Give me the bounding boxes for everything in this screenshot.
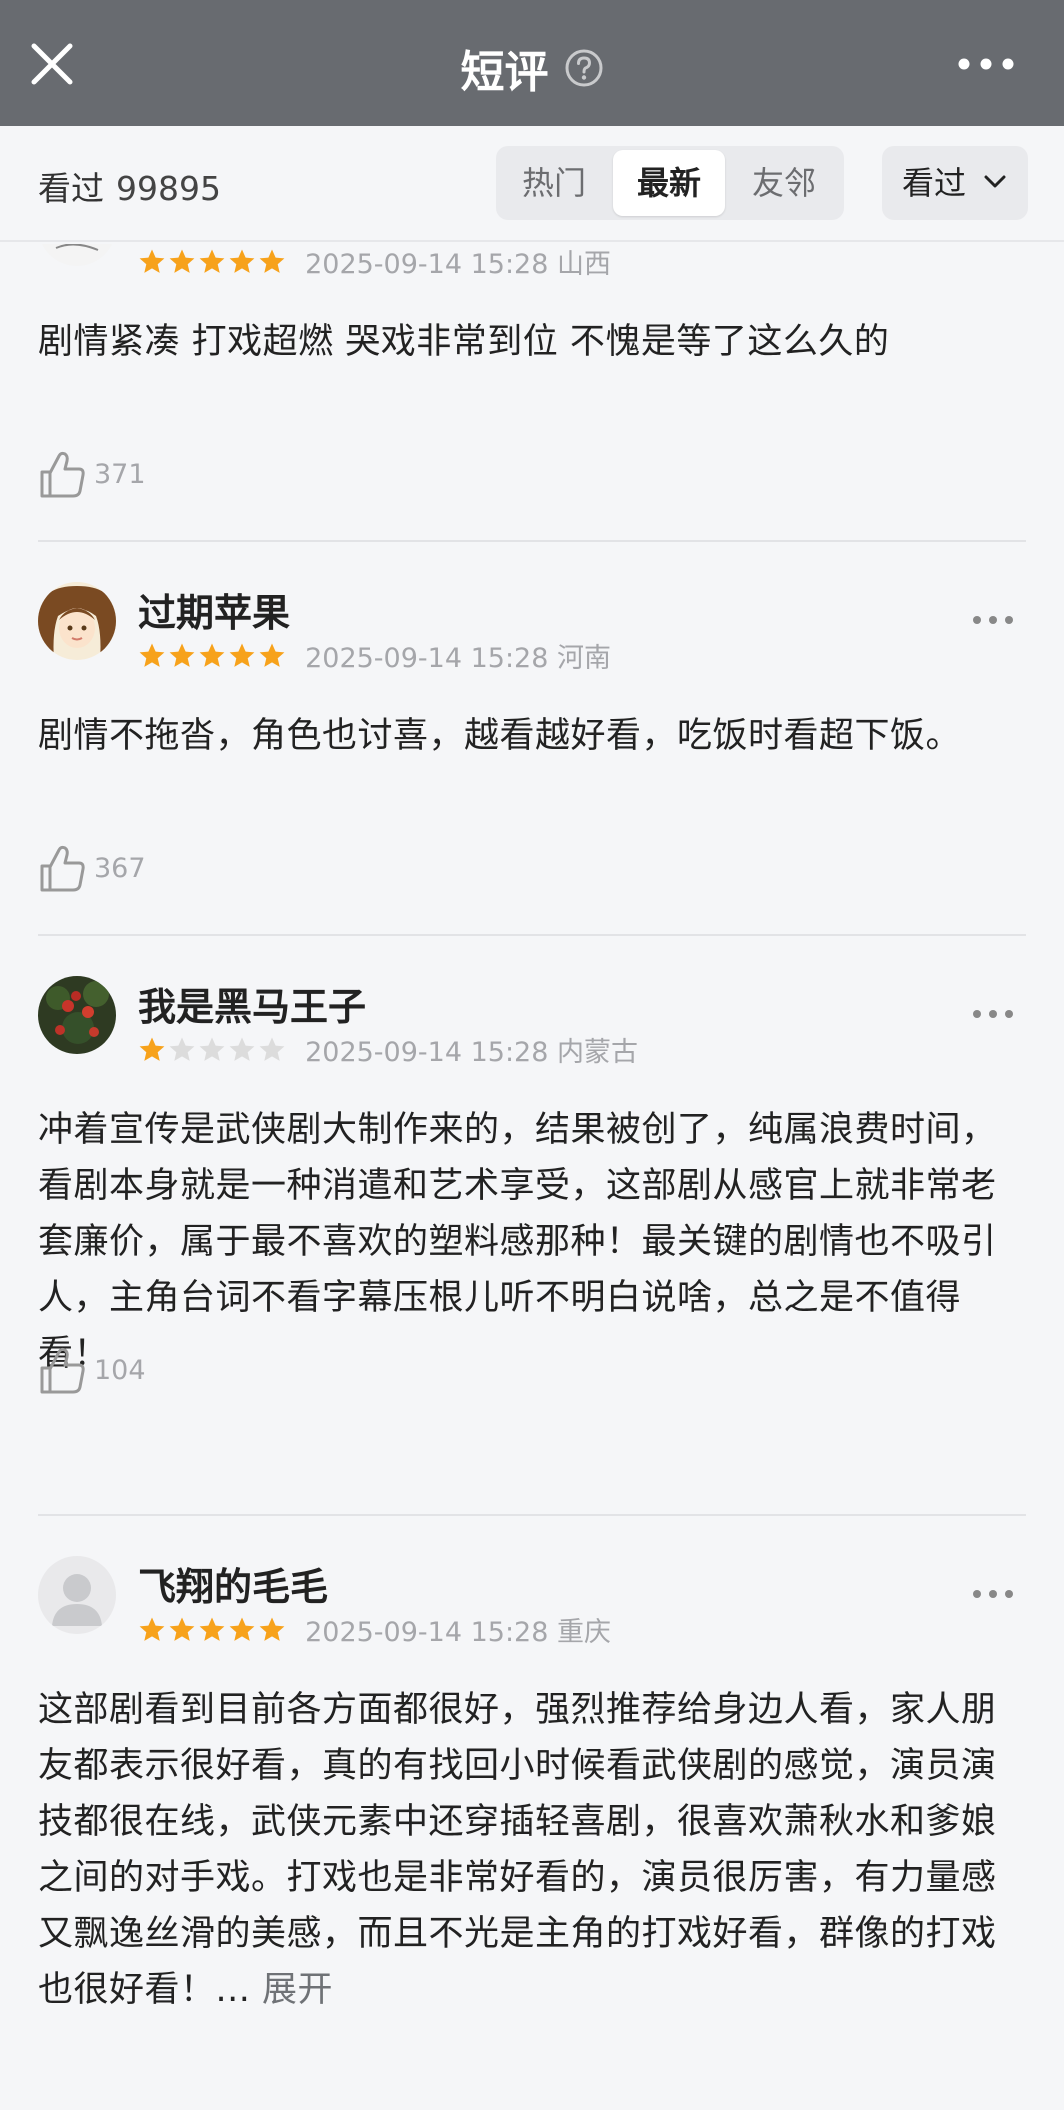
review-region: 内蒙古 (557, 1037, 638, 1068)
rating-stars (138, 248, 288, 276)
like-count: 104 (94, 1355, 146, 1386)
reviewer-name[interactable]: 过期苹果 (138, 582, 290, 637)
star-icon (139, 1037, 165, 1061)
tab-latest[interactable]: 最新 (613, 150, 725, 216)
like-count: 367 (94, 853, 146, 884)
star-icon (259, 643, 285, 667)
chevron-down-icon (984, 175, 1006, 188)
review-meta: 2025-09-14 15:28 重庆 (138, 1610, 611, 1648)
review-text: 这部剧看到目前各方面都很好，强烈推荐给身边人看，家人朋友都表示很好看，真的有找回… (38, 1682, 1026, 2018)
review-time: 2025-09-14 15:28 河南 (305, 643, 611, 674)
star-icon (199, 643, 225, 667)
star-icon (199, 1617, 225, 1641)
review-time: 2025-09-14 15:28 重庆 (305, 1617, 611, 1648)
help-icon[interactable] (564, 48, 604, 88)
avatar[interactable] (38, 1556, 116, 1634)
star-icon (199, 1037, 225, 1061)
star-icon (229, 643, 255, 667)
thumbs-up-icon (40, 845, 85, 892)
status-dropdown[interactable]: 看过 (882, 146, 1028, 220)
tab-friends[interactable]: 友邻 (726, 146, 842, 220)
star-icon (139, 1617, 165, 1641)
more-options-icon[interactable] (972, 614, 1014, 626)
seen-count-number: 99895 (116, 169, 221, 208)
review-meta: 2025-09-14 15:28 河南 (138, 636, 611, 674)
seen-count: 看过 99895 (38, 162, 221, 210)
review-time: 2025-09-14 15:28 内蒙古 (305, 1037, 638, 1068)
divider (38, 934, 1026, 936)
sort-segmented-control: 热门 最新 友邻 (496, 146, 844, 220)
avatar[interactable] (38, 976, 116, 1054)
more-options-icon[interactable] (958, 56, 1014, 72)
more-options-icon[interactable] (972, 1008, 1014, 1020)
thumbs-up-icon (40, 1347, 85, 1394)
avatar[interactable] (38, 244, 116, 266)
like-button[interactable]: 367 (38, 844, 146, 894)
review-region: 重庆 (557, 1617, 611, 1648)
star-icon (259, 1617, 285, 1641)
rating-stars (138, 642, 288, 670)
star-icon (169, 249, 195, 273)
like-button[interactable]: 104 (38, 1346, 146, 1396)
star-icon (229, 1617, 255, 1641)
star-icon (259, 1037, 285, 1061)
star-icon (169, 1617, 195, 1641)
nav-bar: 短评 (0, 0, 1064, 126)
thumbs-up-icon (40, 451, 85, 498)
divider (38, 540, 1026, 542)
star-icon (169, 643, 195, 667)
star-icon (229, 249, 255, 273)
review-meta: 2025-09-14 15:28 山西 (138, 244, 611, 280)
like-count: 371 (94, 459, 146, 490)
star-icon (139, 643, 165, 667)
star-icon (259, 249, 285, 273)
expand-link[interactable]: 展开 (262, 1970, 333, 2010)
review-time: 2025-09-14 15:28 山西 (305, 249, 611, 280)
star-icon (169, 1037, 195, 1061)
more-options-icon[interactable] (972, 1588, 1014, 1600)
page-title: 短评 (460, 47, 549, 98)
review-region: 河南 (557, 643, 611, 674)
star-icon (139, 249, 165, 273)
seen-count-label: 看过 (38, 169, 104, 208)
rating-stars (138, 1616, 288, 1644)
status-dropdown-label: 看过 (902, 164, 967, 202)
review-text-body: 这部剧看到目前各方面都很好，强烈推荐给身边人看，家人朋友都表示很好看，真的有找回… (38, 1690, 997, 2010)
review-region: 山西 (557, 249, 611, 280)
like-button[interactable]: 371 (38, 450, 146, 500)
avatar[interactable] (38, 582, 116, 660)
star-icon (199, 249, 225, 273)
review-meta: 2025-09-14 15:28 内蒙古 (138, 1030, 638, 1068)
star-icon (229, 1037, 255, 1061)
review-text: 剧情紧凑 打戏超燃 哭戏非常到位 不愧是等了这么久的 (38, 322, 890, 362)
review-text: 冲着宣传是武侠剧大制作来的，结果被创了，纯属浪费时间，看剧本身就是一种消遣和艺术… (38, 1110, 997, 1374)
divider (38, 1514, 1026, 1516)
tab-hot[interactable]: 热门 (496, 146, 612, 220)
rating-stars (138, 1036, 288, 1064)
filter-bar: 看过 99895 热门 最新 友邻 看过 (0, 126, 1064, 242)
review-text: 剧情不拖沓，角色也讨喜，越看越好看，吃饭时看超下饭。 (38, 716, 962, 756)
reviewer-name[interactable]: 飞翔的毛毛 (138, 1556, 328, 1611)
reviewer-name[interactable]: 我是黑马王子 (138, 976, 366, 1031)
review-list[interactable]: 2025-09-14 15:28 山西 剧情紧凑 打戏超燃 哭戏非常到位 不愧是… (0, 244, 1064, 2110)
